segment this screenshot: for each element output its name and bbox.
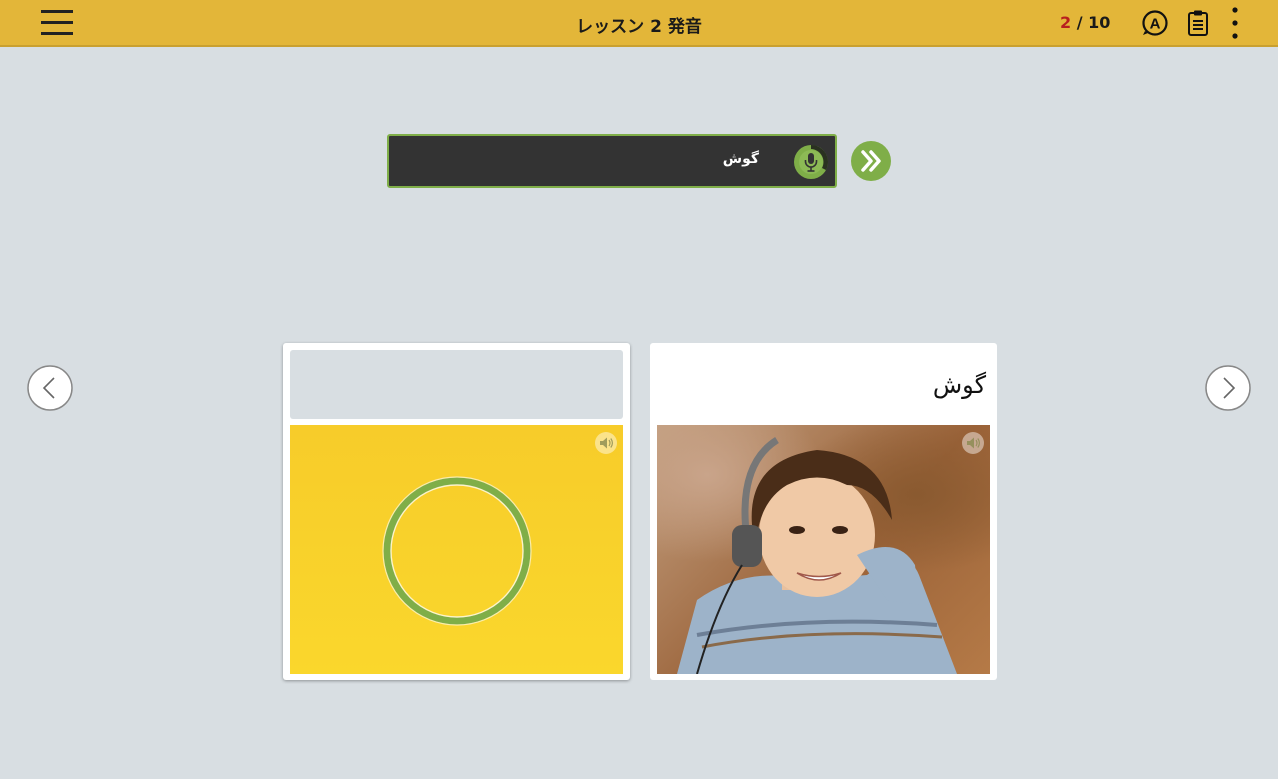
prompt-text: گوش (722, 151, 759, 167)
speaker-icon[interactable] (961, 431, 985, 455)
speaker-icon[interactable] (594, 431, 618, 455)
double-chevron-right-icon[interactable] (851, 141, 891, 181)
photo-illustration (677, 437, 957, 674)
pronunciation-prompt-bar: گوش (387, 134, 837, 188)
progress-current: 2 (1060, 13, 1072, 32)
clipboard-icon[interactable] (1186, 9, 1210, 37)
circle-shape (382, 476, 532, 626)
answer-card-left[interactable] (283, 343, 630, 680)
vertical-dots-icon[interactable] (1228, 6, 1242, 40)
card-label-empty (290, 350, 623, 419)
yellow-circle-image (290, 425, 623, 674)
card-label: گوش (932, 371, 986, 399)
circle-a-icon[interactable]: A (1141, 9, 1169, 37)
boy-with-headphones-photo (657, 425, 990, 674)
progress-separator: / (1071, 13, 1089, 32)
chevron-left-icon[interactable] (27, 365, 73, 411)
progress-indicator: 2 / 10 (1060, 13, 1110, 32)
top-header: レッスン 2 発音 2 / 10 A (0, 0, 1278, 47)
svg-text:A: A (1150, 16, 1161, 33)
answer-card-right[interactable]: گوش (650, 343, 997, 680)
chevron-right-icon[interactable] (1205, 365, 1251, 411)
progress-total: 10 (1088, 13, 1111, 32)
microphone-icon[interactable] (793, 144, 829, 180)
